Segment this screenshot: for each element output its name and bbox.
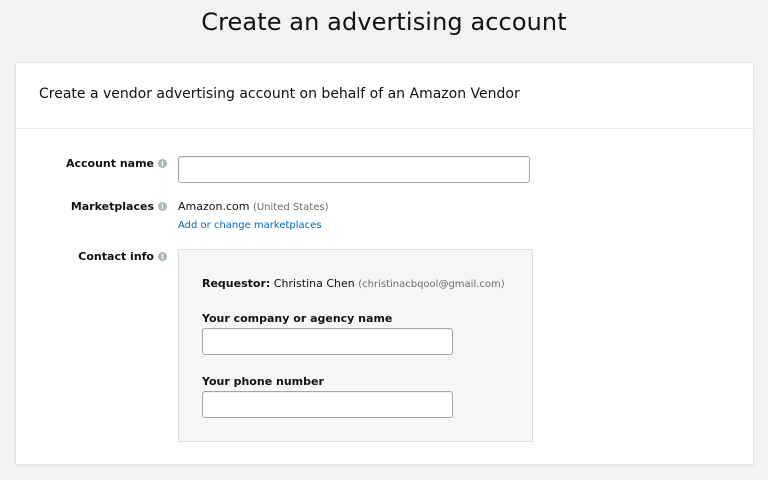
requestor-label: Requestor:	[202, 277, 271, 290]
company-name-label: Your company or agency name	[202, 312, 393, 325]
requestor-line: Requestor: Christina Chen (christinacbqo…	[202, 277, 505, 290]
info-icon[interactable]: i	[158, 202, 167, 211]
account-name-label-text: Account name	[65, 157, 154, 170]
requestor-email: (christinacbqool@gmail.com)	[358, 279, 505, 290]
contact-info-box: Requestor: Christina Chen (christinacbqo…	[178, 249, 533, 442]
card-header: Create a vendor advertising account on b…	[16, 63, 753, 129]
phone-number-input[interactable]	[202, 391, 453, 418]
add-change-marketplaces-link[interactable]: Add or change marketplaces	[178, 220, 322, 231]
page-title: Create an advertising account	[201, 8, 567, 36]
marketplaces-label: Marketplaces i	[71, 200, 167, 213]
info-icon[interactable]: i	[158, 159, 167, 168]
requestor-name: Christina Chen	[273, 277, 355, 290]
phone-number-label: Your phone number	[202, 375, 324, 388]
marketplace-name: Amazon.com	[178, 200, 250, 213]
marketplace-region: (United States)	[252, 202, 329, 213]
create-account-card: Create a vendor advertising account on b…	[15, 62, 754, 465]
marketplaces-label-text: Marketplaces	[70, 200, 154, 213]
account-name-input[interactable]	[178, 156, 530, 183]
account-name-label: Account name i	[66, 157, 167, 170]
selected-marketplace: Amazon.com (United States)	[178, 200, 328, 213]
company-name-input[interactable]	[202, 328, 453, 355]
contact-info-label-text: Contact info	[78, 250, 154, 263]
contact-info-label: Contact info i	[78, 250, 167, 263]
info-icon[interactable]: i	[158, 252, 167, 261]
